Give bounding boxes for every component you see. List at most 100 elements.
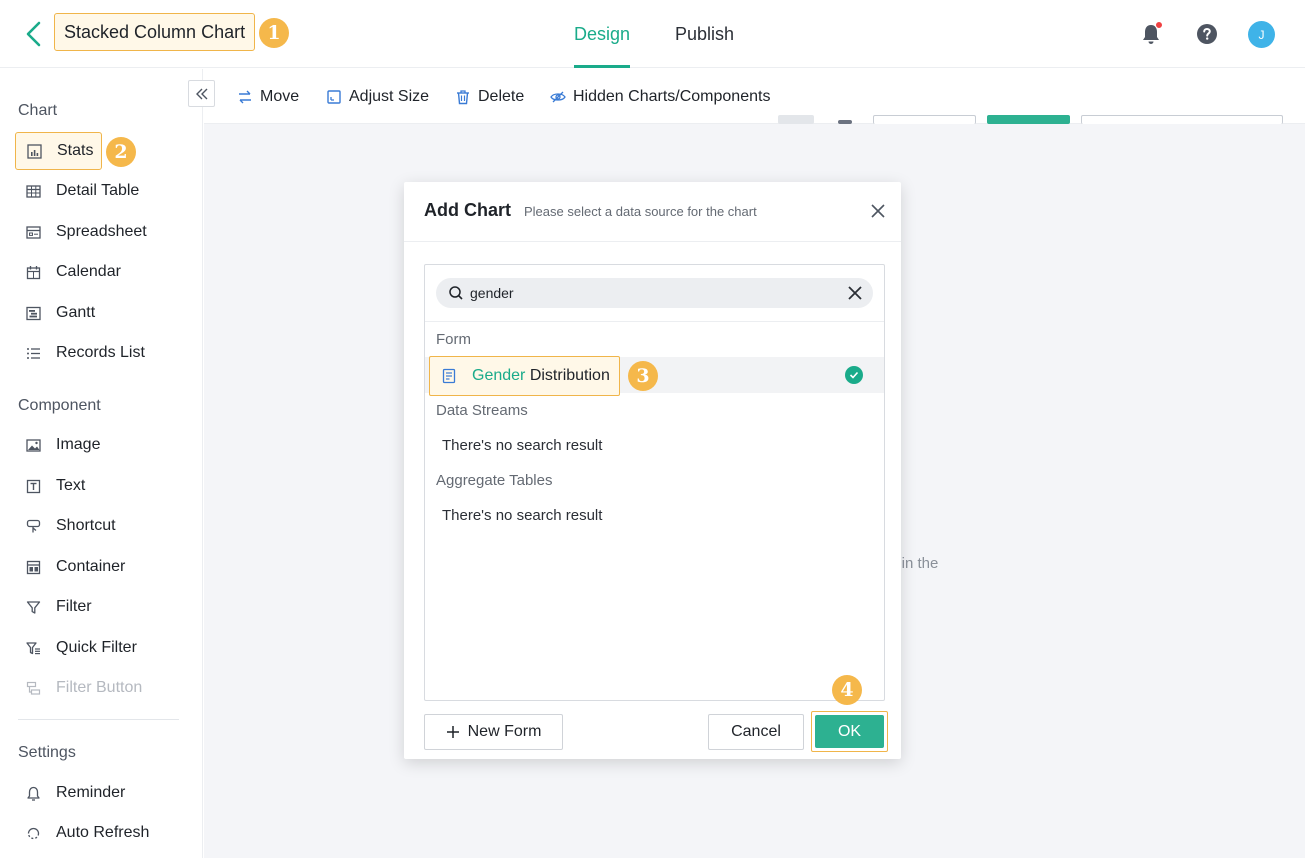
list-item-gender-distribution[interactable]: Gender Distribution	[429, 356, 620, 396]
sidebar-item-detail-table[interactable]: Detail Table	[15, 172, 139, 210]
empty-result-data-streams: There's no search result	[442, 437, 603, 454]
notifications-button[interactable]	[1137, 20, 1165, 48]
group-label-aggregate-tables: Aggregate Tables	[436, 472, 553, 489]
sidebar-item-label: Text	[56, 477, 86, 494]
empty-result-aggregate-tables: There's no search result	[442, 507, 603, 524]
move-label: Move	[260, 88, 300, 105]
list-item-label: Distribution	[525, 367, 610, 384]
sidebar-item-label: Detail Table	[56, 182, 140, 199]
canvas-ghost-button	[987, 115, 1070, 124]
sidebar-item-label: Stats	[57, 142, 94, 159]
bell-outline-icon	[25, 785, 41, 801]
add-chart-dialog: Add Chart Please select a data source fo…	[404, 182, 901, 759]
sidebar-item-label: Image	[56, 436, 101, 453]
sidebar-item-filter[interactable]: Filter	[15, 588, 92, 626]
canvas-ghost-button	[873, 115, 976, 124]
section-title-chart: Chart	[18, 102, 58, 119]
sidebar-item-label: Records List	[56, 344, 145, 361]
arrows-swap-icon	[237, 89, 253, 105]
sidebar-divider	[18, 719, 179, 720]
sidebar-item-label: Calendar	[56, 263, 121, 280]
plus-icon	[446, 726, 459, 738]
sidebar-item-label: Auto Refresh	[56, 824, 150, 841]
sidebar-item-label: Quick Filter	[56, 639, 137, 656]
container-icon	[25, 559, 41, 575]
hidden-components-button[interactable]: Hidden Charts/Components	[550, 86, 770, 108]
dialog-close-button[interactable]	[867, 200, 889, 222]
collapse-sidebar-button[interactable]	[188, 80, 215, 107]
sidebar-item-container[interactable]: Container	[15, 548, 125, 586]
unread-dot	[1155, 21, 1163, 29]
eye-slash-icon	[550, 89, 566, 105]
text-icon	[25, 478, 41, 494]
dialog-title: Add Chart	[424, 200, 511, 220]
ok-button[interactable]: OK	[815, 715, 884, 748]
sidebar-item-auto-refresh[interactable]: Auto Refresh	[15, 814, 149, 852]
sidebar-item-label: Shortcut	[56, 517, 116, 534]
sidebar-item-filter-button: Filter Button	[15, 669, 142, 707]
canvas-ghost-icon	[838, 120, 852, 124]
sidebar: Chart Stats 2 Detail Table Spreadsheet C…	[0, 69, 203, 858]
refresh-icon	[25, 825, 41, 841]
sidebar-item-shortcut[interactable]: Shortcut	[15, 507, 116, 545]
sidebar-item-label: Reminder	[56, 784, 126, 801]
filter-icon	[25, 599, 41, 615]
sidebar-item-reminder[interactable]: Reminder	[15, 774, 125, 812]
double-chevron-left-icon	[195, 88, 207, 99]
chevron-left-icon	[26, 21, 41, 47]
hidden-components-label: Hidden Charts/Components	[573, 88, 771, 105]
gantt-icon	[25, 305, 41, 321]
adjust-size-label: Adjust Size	[349, 88, 430, 105]
cancel-button[interactable]: Cancel	[708, 714, 804, 750]
delete-label: Delete	[478, 88, 525, 105]
dialog-subtitle: Please select a data source for the char…	[524, 204, 757, 219]
help-button[interactable]	[1193, 20, 1221, 48]
question-circle-icon	[1197, 24, 1217, 44]
image-icon	[25, 437, 41, 453]
spreadsheet-icon	[25, 224, 41, 240]
list-icon	[25, 345, 41, 361]
sidebar-item-label: Container	[56, 558, 126, 575]
sidebar-item-calendar[interactable]: Calendar	[15, 253, 121, 291]
new-form-button[interactable]: New Form	[424, 714, 563, 750]
avatar[interactable]: J	[1248, 21, 1275, 48]
search-input[interactable]	[470, 278, 830, 308]
sidebar-item-stats[interactable]: Stats	[15, 132, 103, 170]
new-form-label: New Form	[467, 723, 542, 740]
filter-button-icon	[25, 680, 41, 696]
dialog-header: Add Chart Please select a data source fo…	[404, 182, 901, 242]
sidebar-item-text[interactable]: Text	[15, 467, 85, 505]
ok-button-highlight: OK	[811, 711, 888, 752]
tab-design[interactable]: Design	[574, 0, 631, 68]
move-button[interactable]: Move	[237, 86, 299, 108]
sidebar-item-records-list[interactable]: Records List	[15, 334, 145, 372]
search-icon	[449, 286, 463, 300]
delete-button[interactable]: Delete	[455, 86, 524, 108]
section-title-settings: Settings	[18, 744, 76, 761]
adjust-size-button[interactable]: Adjust Size	[326, 86, 429, 108]
mode-tabs: Design Publish	[574, 0, 779, 68]
chart-title-text: Stacked Column Chart	[64, 21, 246, 42]
sidebar-item-label: Gantt	[56, 304, 96, 321]
tab-publish[interactable]: Publish	[675, 0, 734, 68]
sidebar-item-quick-filter[interactable]: Quick Filter	[15, 629, 137, 667]
chart-title[interactable]: Stacked Column Chart	[54, 13, 256, 51]
step-badge-4: 4	[832, 675, 862, 705]
canvas-ghost-button	[1081, 115, 1283, 124]
canvas-ghost-icon	[778, 115, 814, 124]
sidebar-item-label: Filter	[56, 598, 92, 615]
calendar-icon	[25, 264, 41, 280]
sidebar-item-label: Spreadsheet	[56, 223, 147, 240]
back-button[interactable]	[22, 20, 46, 48]
section-title-component: Component	[18, 397, 101, 414]
sidebar-item-spreadsheet[interactable]: Spreadsheet	[15, 213, 147, 251]
data-source-list: Form Gender Distribution 3 Data Streams …	[424, 264, 885, 701]
shortcut-icon	[25, 518, 41, 534]
sidebar-item-gantt[interactable]: Gantt	[15, 294, 95, 332]
clear-search-icon[interactable]	[847, 285, 863, 301]
search-highlight: Gender	[472, 367, 526, 384]
check-circle-icon	[845, 366, 863, 384]
trash-icon	[455, 89, 471, 105]
resize-icon	[326, 89, 342, 105]
sidebar-item-image[interactable]: Image	[15, 426, 100, 464]
